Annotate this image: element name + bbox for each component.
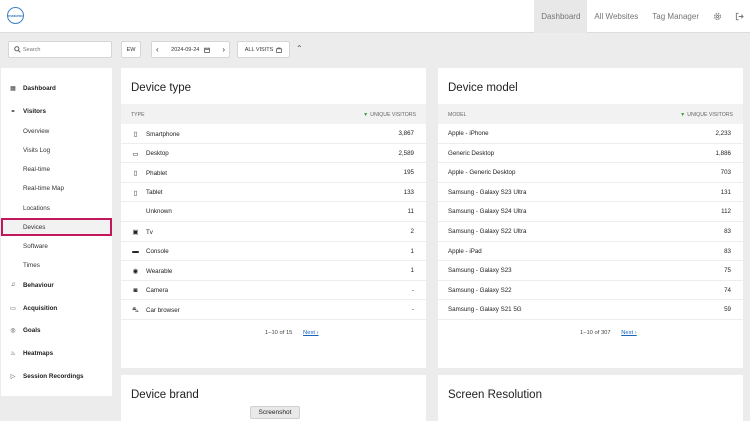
search-icon [14, 46, 21, 53]
matomo-logo[interactable]: matomo [7, 7, 24, 24]
card-title: Device type [131, 82, 192, 94]
table-row[interactable]: ▭ Desktop 2,589 [121, 144, 426, 164]
pagination-range: 1–10 of 307 [580, 330, 611, 336]
col-unique-visitors-header[interactable]: ▼ UNIQUE VISITORS [680, 112, 733, 118]
segment-icon [276, 47, 283, 53]
table-row[interactable]: ▯ Tablet 133 [121, 183, 426, 203]
nav-tag-manager[interactable]: Tag Manager [645, 0, 706, 33]
dashboard-icon: ▦ [10, 85, 16, 92]
gear-icon[interactable] [706, 0, 728, 33]
sidebar-item-locations[interactable]: Locations [1, 201, 112, 215]
sidebar-item-session-recordings[interactable]: ▷ Session Recordings [1, 369, 112, 383]
segment-selector[interactable]: ALL VISITS [237, 41, 290, 58]
sidebar-item-heatmaps[interactable]: ♨ Heatmaps [1, 346, 112, 360]
car-icon: ⛍ [132, 307, 139, 315]
table-row[interactable]: Unknown 11 [121, 202, 426, 222]
sidebar-item-devices[interactable]: Devices [1, 218, 112, 236]
screen-resolution-card: Screen Resolution [438, 375, 743, 421]
sidebar-item-real-time-map[interactable]: Real-time Map [1, 181, 112, 195]
pagination-range: 1–10 of 15 [265, 330, 293, 336]
camera-icon: ◙ [133, 286, 138, 294]
col-model-header[interactable]: MODEL [448, 112, 466, 118]
pagination: 1–10 of 307 Next › [580, 330, 637, 336]
segment-label: ALL VISITS [244, 46, 274, 53]
col-unique-visitors-header[interactable]: ▼ UNIQUE VISITORS [363, 112, 416, 118]
table-row[interactable]: Samsung - Galaxy S22 Ultra 83 [438, 222, 743, 242]
table-row[interactable]: Apple - Generic Desktop 703 [438, 163, 743, 183]
table-header: MODEL ▼ UNIQUE VISITORS [438, 104, 743, 124]
sidebar-item-overview[interactable]: Overview [1, 124, 112, 138]
goals-icon: ◎ [10, 327, 16, 334]
table-row[interactable]: Apple - iPhone 2,233 [438, 124, 743, 144]
table-header: TYPE ▼ UNIQUE VISITORS [121, 104, 426, 124]
table-row[interactable]: ▣ Tv 2 [121, 222, 426, 242]
table-row[interactable]: Samsung - Galaxy S21 5G 59 [438, 300, 743, 320]
chevron-left-icon[interactable]: ‹ [156, 45, 159, 54]
nav-dashboard[interactable]: Dashboard [534, 0, 588, 33]
sign-out-icon[interactable] [728, 0, 750, 33]
desktop-icon: ▭ [132, 150, 139, 158]
next-page-link[interactable]: Next › [303, 330, 318, 336]
sidebar-item-real-time[interactable]: Real-time [1, 162, 112, 176]
phablet-icon: ▯ [133, 170, 138, 178]
table-row[interactable]: ▬ Console 1 [121, 242, 426, 262]
wearable-icon: ◉ [132, 268, 139, 276]
sidebar-item-behaviour[interactable]: ♫ Behaviour [1, 278, 112, 292]
date-selector[interactable]: ‹ 2024-09-24 › [151, 41, 230, 58]
date-label[interactable]: 2024-09-24 [171, 47, 199, 53]
table-row[interactable]: Samsung - Galaxy S23 Ultra 131 [438, 183, 743, 203]
collapse-icon[interactable]: ⌃ [296, 44, 303, 53]
sidebar-item-times[interactable]: Times [1, 258, 112, 272]
device-model-card: Device model MODEL ▼ UNIQUE VISITORS Appl… [438, 68, 743, 368]
col-type-header[interactable]: TYPE [131, 112, 145, 118]
card-title: Device model [448, 82, 518, 94]
search-box[interactable] [8, 41, 112, 58]
table-row[interactable]: ◉ Wearable 1 [121, 261, 426, 281]
sidebar: ▦ Dashboard ⚭ Visitors Overview Visits L… [1, 68, 112, 396]
sidebar-item-visits-log[interactable]: Visits Log [1, 143, 112, 157]
smartphone-icon: ▯ [133, 131, 138, 138]
table-row[interactable]: Apple - iPad 83 [438, 242, 743, 262]
table-row[interactable]: ▯ Smartphone 3,867 [121, 124, 426, 144]
sort-desc-icon: ▼ [680, 112, 686, 118]
card-title: Device brand [131, 389, 199, 401]
tv-icon: ▣ [132, 229, 139, 236]
acquisition-icon: ▭ [10, 305, 16, 312]
card-title: Screen Resolution [448, 389, 542, 401]
sort-desc-icon: ▼ [363, 112, 369, 118]
play-icon: ▷ [10, 373, 16, 380]
sidebar-item-visitors[interactable]: ⚭ Visitors [1, 104, 112, 118]
table-row[interactable]: Samsung - Galaxy S22 74 [438, 281, 743, 301]
sidebar-item-software[interactable]: Software [1, 239, 112, 253]
nav-all-websites[interactable]: All Websites [587, 0, 645, 33]
search-input[interactable] [23, 44, 109, 55]
next-page-link[interactable]: Next › [621, 330, 636, 336]
device-type-card: Device type TYPE ▼ UNIQUE VISITORS ▯ Smart… [121, 68, 426, 368]
calendar-icon[interactable] [204, 47, 210, 53]
table-row[interactable]: ⛍ Car browser - [121, 300, 426, 320]
period-selector[interactable]: EW [121, 41, 141, 58]
chevron-right-icon[interactable]: › [222, 45, 225, 54]
table-row[interactable]: Samsung - Galaxy S23 75 [438, 261, 743, 281]
sidebar-item-acquisition[interactable]: ▭ Acquisition [1, 301, 112, 315]
top-bar: matomo Dashboard All Websites Tag Manage… [0, 0, 750, 33]
table-row[interactable]: ◙ Camera - [121, 281, 426, 301]
tablet-icon: ▯ [133, 189, 138, 197]
visitors-icon: ⚭ [10, 108, 16, 115]
sidebar-item-dashboard[interactable]: ▦ Dashboard [1, 81, 112, 95]
sidebar-item-goals[interactable]: ◎ Goals [1, 323, 112, 337]
screenshot-tooltip: Screenshot [250, 406, 300, 419]
table-row[interactable]: ▯ Phablet 195 [121, 163, 426, 183]
heatmaps-icon: ♨ [10, 350, 16, 357]
bell-icon: ♫ [10, 282, 16, 288]
top-nav: Dashboard All Websites Tag Manager [534, 0, 750, 33]
console-icon: ▬ [132, 247, 139, 255]
table-row[interactable]: Samsung - Galaxy S24 Ultra 112 [438, 202, 743, 222]
table-row[interactable]: Generic Desktop 1,886 [438, 144, 743, 164]
pagination: 1–10 of 15 Next › [265, 330, 319, 336]
